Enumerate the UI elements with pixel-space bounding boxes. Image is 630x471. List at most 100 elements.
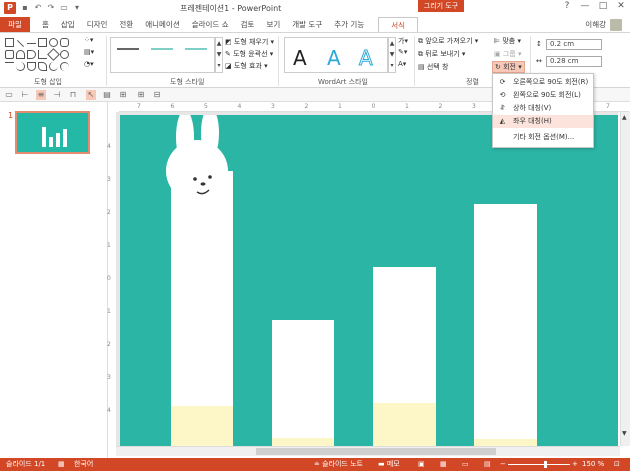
comments-button[interactable]: ▬ 메모 [378,458,400,471]
width-field[interactable]: 0.28 cm [546,56,602,67]
vertical-scrollbar[interactable]: ▲ ▼ [620,112,630,446]
zoom-out-icon[interactable]: − [500,458,506,471]
select-icon[interactable]: ▭ [4,90,14,100]
layer-icon[interactable]: ▤ [102,90,112,100]
textbox-shape-icon[interactable] [5,38,14,47]
arrow-shape-icon[interactable] [27,43,36,44]
gallery-scroll[interactable]: ▲ ▼ ▾ [215,37,223,73]
rectangle-shape-icon[interactable] [38,38,47,47]
merge-shapes-icon[interactable]: ◔▾ [84,60,94,68]
freeform-shape-icon[interactable] [38,62,47,71]
align-right-icon[interactable]: ⊣ [52,90,62,100]
tab-home[interactable]: 홈 [36,17,55,32]
undo-icon[interactable]: ↶ [33,3,43,13]
rounded-rect-shape-icon[interactable] [60,38,69,47]
tab-design[interactable]: 디자인 [81,17,114,32]
normal-view-icon[interactable]: ▣ [418,458,425,471]
menu-item-rotate-left[interactable]: ⟲ 왼쪽으로 90도 회전(L) [493,89,593,102]
menu-item-flip-horizontal[interactable]: ◭ 좌우 대칭(H) [493,115,593,128]
arc-shape-icon[interactable] [16,50,25,59]
tab-file[interactable]: 파일 [0,17,30,32]
scroll-up-icon[interactable]: ▲ [622,114,627,121]
style-swatch-dark[interactable] [117,48,139,50]
user-account[interactable]: 이해강 [585,17,622,32]
slideshow-view-icon[interactable]: ▤ [484,458,491,471]
chart-bar-1[interactable] [171,171,233,446]
align-button[interactable]: ⊫ 맞춤 ▾ [494,36,521,46]
menu-item-rotate-right[interactable]: ⟳ 오른쪽으로 90도 회전(R) [493,76,593,89]
scroll-down-icon[interactable]: ▼ [622,430,627,437]
chart-bar-4[interactable] [474,204,537,446]
bring-forward-button[interactable]: ⧉ 앞으로 가져오기 ▾ [418,36,478,46]
tab-animations[interactable]: 애니메이션 [139,17,186,32]
menu-item-flip-vertical[interactable]: ⥯ 상하 대칭(V) [493,102,593,115]
text-effects-icon[interactable]: A▾ [398,60,406,68]
arc-shape-icon[interactable] [16,62,25,71]
rounded-rect-shape-icon[interactable] [5,50,14,59]
tab-addins[interactable]: 추가 기능 [328,17,370,32]
tab-format[interactable]: 서식 [378,17,419,32]
style-swatch-teal-2[interactable] [185,48,207,50]
height-field[interactable]: 0.2 cm [546,39,602,50]
redo-icon[interactable]: ↷ [46,3,56,13]
tab-developer[interactable]: 개발 도구 [286,17,328,32]
maximize-icon[interactable]: □ [598,1,608,11]
help-icon[interactable]: ? [562,1,572,11]
textbox-icon[interactable]: ▤▾ [84,48,94,56]
slide[interactable] [120,115,618,446]
line-shape-icon[interactable] [16,39,25,48]
tab-transitions[interactable]: 전환 [113,17,139,32]
grid-icon[interactable]: ⊞ [136,90,146,100]
wordart-style-outline[interactable]: A [359,46,374,71]
selection-pane-button[interactable]: ▤ 선택 창 [418,62,448,72]
wordart-style-black[interactable]: A [293,46,307,70]
shape-fill-button[interactable]: ◩ 도형 채우기 ▾ [225,37,274,47]
minimize-icon[interactable]: — [580,1,590,11]
fit-slide-icon[interactable]: ⊡ [614,458,620,471]
gallery-scroll[interactable]: ▲ ▼ ▾ [388,37,396,73]
save-icon[interactable]: ▪ [20,3,30,13]
diamond-shape-icon[interactable] [47,48,60,61]
text-outline-icon[interactable]: ✎▾ [398,48,407,56]
style-swatch-teal[interactable] [151,48,173,50]
more-icon[interactable]: ⊞ [118,90,128,100]
horizontal-scrollbar[interactable] [116,446,620,456]
shape-styles-gallery[interactable] [110,37,215,73]
spellcheck-icon[interactable]: ▦ [58,458,65,471]
guide-icon[interactable]: ⊟ [152,90,162,100]
circle-shape-icon[interactable] [60,50,69,59]
language-indicator[interactable]: 한국어 [74,458,93,471]
zoom-in-icon[interactable]: + [572,458,578,471]
tab-view[interactable]: 보기 [260,17,286,32]
slide-thumbnail[interactable] [15,111,90,154]
connector-shape-icon[interactable] [38,50,47,59]
edit-shape-icon[interactable]: ⁘▾ [84,36,93,44]
distribute-icon[interactable]: ⊓ [68,90,78,100]
align-center-icon[interactable]: ≡ [36,90,46,100]
menu-item-more-rotation[interactable]: 기타 회전 옵션(M)... [493,131,593,144]
send-backward-button[interactable]: ⧉ 뒤로 보내기 ▾ [418,49,465,59]
zoom-slider-thumb[interactable] [544,461,547,468]
reading-view-icon[interactable]: ▭ [462,458,469,471]
tab-slideshow[interactable]: 슬라이드 쇼 [186,17,235,32]
pointer-icon[interactable]: ↖ [86,90,96,100]
curve-shape-icon[interactable] [27,50,36,59]
rotate-button[interactable]: ↻ 회전 ▾ [492,61,525,73]
chart-bar-2[interactable] [272,320,334,446]
slide-sorter-icon[interactable]: ▦ [440,458,447,471]
customize-qat-icon[interactable]: ▾ [72,3,82,13]
text-fill-icon[interactable]: 가▾ [398,36,408,46]
scroll-thumb[interactable] [256,448,496,455]
wordart-style-blue[interactable]: A [327,46,341,70]
brace-shape-icon[interactable] [60,62,69,71]
zoom-slider[interactable] [508,464,570,465]
wordart-gallery[interactable]: A A A [284,37,388,73]
tab-insert[interactable]: 삽입 [55,17,81,32]
bracket-shape-icon[interactable] [49,62,58,71]
shape-effects-button[interactable]: ◪ 도형 효과 ▾ [225,61,268,71]
wave-shape-icon[interactable] [5,62,14,71]
chart-bar-3[interactable] [373,267,436,446]
group-button[interactable]: ▣ 그룹 ▾ [494,49,521,59]
close-icon[interactable]: ✕ [616,1,626,11]
start-slideshow-icon[interactable]: ▭ [59,3,69,13]
